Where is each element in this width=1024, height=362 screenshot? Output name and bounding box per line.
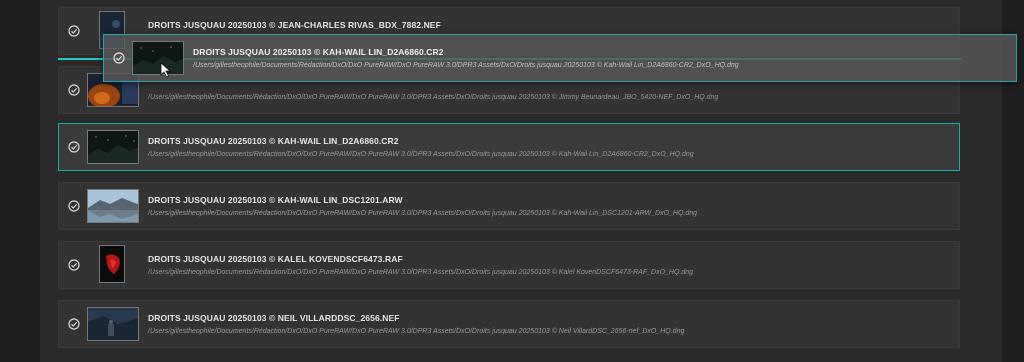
file-list-window: DROITS JUSQUAU 20250103 © JEAN-CHARLES R… [0, 0, 1024, 362]
file-title: DROITS JUSQUAU 20250103 © KAH-WAIL LIN_D… [148, 136, 399, 146]
file-path: /Users/gillestheophile/Documents/Rédacti… [148, 94, 719, 101]
list-item[interactable]: DROITS JUSQUAU 20250103 © NEIL VILLARDDS… [58, 300, 960, 348]
file-path: /Users/gillestheophile/Documents/Rédacti… [193, 62, 739, 69]
check-circle-icon [113, 52, 125, 64]
file-title: DROITS JUSQUAU 20250103 © JEAN-CHARLES R… [148, 20, 441, 30]
check-circle-icon[interactable] [68, 25, 80, 37]
list-item[interactable]: DROITS JUSQUAU 20250103 © KAH-WAIL LIN_D… [58, 182, 960, 230]
thumbnail [87, 307, 139, 341]
check-circle-icon[interactable] [68, 200, 80, 212]
cursor-arrow-icon [160, 62, 172, 78]
drag-ghost-item[interactable]: DROITS JUSQUAU 20250103 © KAH-WAIL LIN_D… [103, 34, 1017, 82]
check-circle-icon[interactable] [68, 318, 80, 330]
check-circle-icon[interactable] [68, 259, 80, 271]
file-title: DROITS JUSQUAU 20250103 © KAH-WAIL LIN_D… [193, 47, 444, 57]
check-circle-icon[interactable] [68, 84, 80, 96]
list-item-selected[interactable]: DROITS JUSQUAU 20250103 © KAH-WAIL LIN_D… [58, 123, 960, 171]
thumbnail [87, 130, 139, 164]
file-title: DROITS JUSQUAU 20250103 © KAH-WAIL LIN_D… [148, 195, 403, 205]
thumbnail [87, 189, 139, 223]
check-circle-icon[interactable] [68, 141, 80, 153]
thumbnail [99, 245, 125, 283]
file-path: /Users/gillestheophile/Documents/Rédacti… [148, 151, 694, 158]
file-path: /Users/gillestheophile/Documents/Rédacti… [148, 269, 694, 276]
list-item[interactable]: DROITS JUSQUAU 20250103 © KALEL KOVENDSC… [58, 241, 960, 289]
file-title: DROITS JUSQUAU 20250103 © NEIL VILLARDDS… [148, 313, 400, 323]
left-panel [0, 0, 40, 362]
file-title: DROITS JUSQUAU 20250103 © KALEL KOVENDSC… [148, 254, 403, 264]
file-path: /Users/gillestheophile/Documents/Rédacti… [148, 210, 698, 217]
file-path: /Users/gillestheophile/Documents/Rédacti… [148, 328, 685, 335]
thumbnail [132, 41, 184, 75]
